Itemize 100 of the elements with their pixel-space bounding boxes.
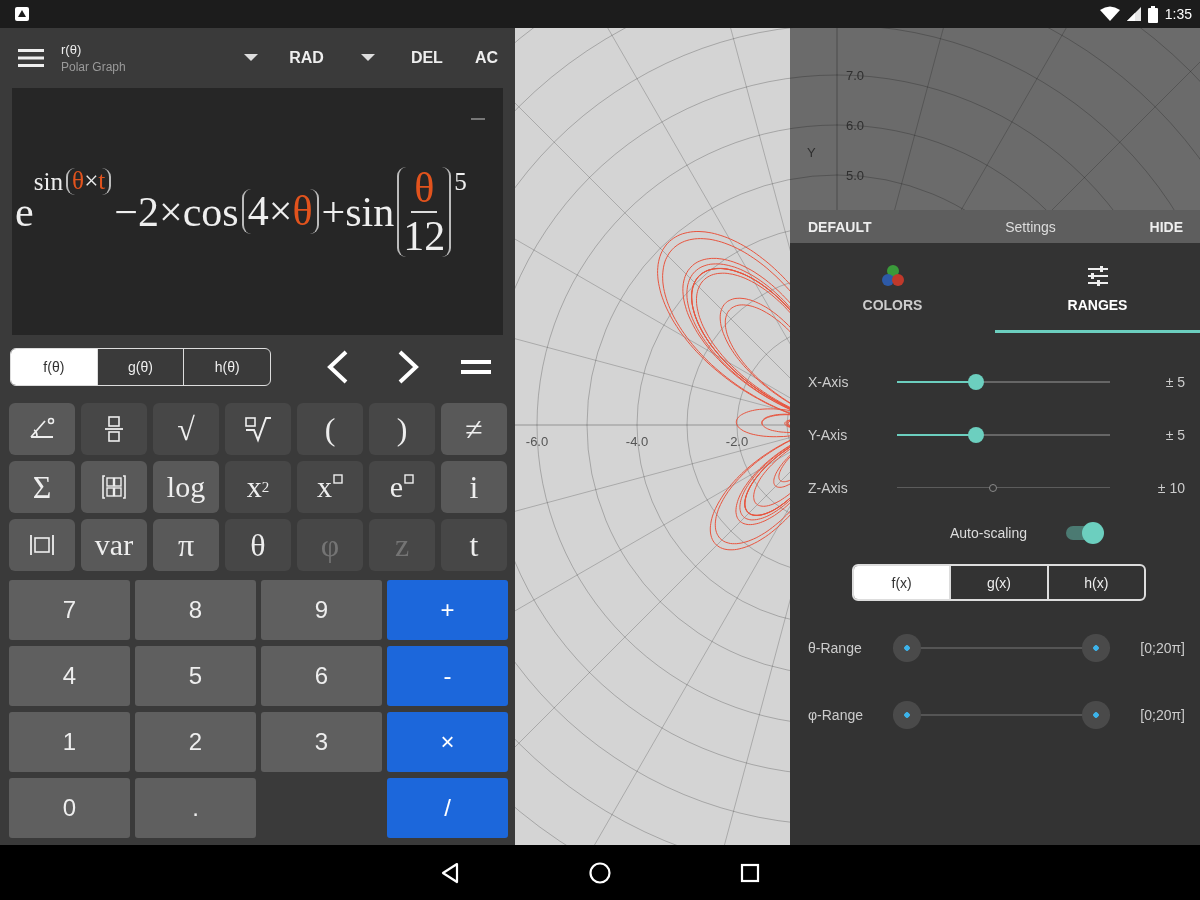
tick-label: 6.0 (846, 118, 865, 133)
placeholder-box-icon (404, 474, 415, 484)
clear-button[interactable]: AC (474, 49, 498, 67)
formula-variable: θ (72, 168, 85, 195)
equals-icon (461, 360, 491, 374)
function-tab[interactable]: h(x) (1046, 566, 1144, 599)
operator-key[interactable]: / (387, 778, 508, 838)
hide-button[interactable]: HIDE (1149, 218, 1183, 235)
settings-tab[interactable]: RANGES (995, 243, 1200, 333)
formula-text: +sin (321, 187, 395, 236)
slider-value: [0;20π] (1139, 707, 1185, 723)
formula-text: × (84, 168, 99, 195)
calculator-key[interactable]: log (153, 461, 219, 513)
angle-mode-button[interactable]: RAD (289, 49, 324, 67)
calculator-key[interactable]: θ (225, 519, 291, 571)
digit-key[interactable]: 8 (135, 580, 256, 640)
function-tab[interactable]: g(x) (949, 566, 1047, 599)
calculator-key[interactable] (9, 519, 75, 571)
digit-key[interactable]: 3 (261, 712, 382, 772)
slider-label: X-Axis (808, 373, 850, 390)
operator-key[interactable]: × (387, 712, 508, 772)
tick-label: 5.0 (846, 168, 865, 183)
digit-key[interactable]: . (135, 778, 256, 838)
function-tab[interactable]: f(x) (854, 566, 950, 599)
tick-label: -6.0 (525, 434, 549, 449)
minimize-icon[interactable] (471, 118, 485, 122)
digit-key[interactable]: 1 (9, 712, 130, 772)
calculator-key[interactable]: var (81, 519, 147, 571)
chevron-right-icon (397, 348, 421, 386)
range-thumb[interactable] (1082, 701, 1110, 729)
signal-icon (1126, 6, 1141, 22)
calculator-key[interactable]: x (297, 461, 363, 513)
slider-value: ± 5 (1164, 373, 1185, 390)
axis-label: Y (807, 145, 816, 160)
calculator-key[interactable]: t (441, 519, 507, 571)
app-icon (14, 6, 30, 22)
toggle-switch[interactable] (1064, 521, 1105, 545)
function-tab[interactable]: g(θ) (96, 349, 184, 385)
calculator-key[interactable] (81, 403, 147, 455)
formula-text: −2×cos (114, 187, 239, 236)
slider-label: φ-Range (808, 707, 864, 723)
formula-text: sin (33, 167, 64, 196)
calculator-key[interactable]: e (369, 461, 435, 513)
range-thumb[interactable] (893, 634, 921, 662)
slider-label: Z-Axis (808, 479, 849, 496)
settings-title: Settings (1005, 218, 1056, 235)
digit-key[interactable]: 7 (9, 580, 130, 640)
calculator-key[interactable] (9, 403, 75, 455)
calculator-key[interactable]: √ (153, 403, 219, 455)
calculator-key[interactable]: i (441, 461, 507, 513)
calculator-key[interactable]: x$^{2}$ (225, 461, 291, 513)
matrix-icon (100, 473, 128, 501)
slider-label: θ-Range (808, 640, 863, 656)
digit-key[interactable]: 0 (9, 778, 130, 838)
digit-key[interactable]: 9 (261, 580, 382, 640)
slider-thumb[interactable] (967, 373, 984, 390)
calculator-key[interactable]: ) (369, 403, 435, 455)
slider-label: Y-Axis (808, 426, 849, 443)
clock-time: 1:35 (1164, 6, 1192, 22)
cursor-left-button[interactable] (325, 348, 349, 386)
caret-icon[interactable] (244, 54, 259, 62)
calculator-key[interactable]: ( (297, 403, 363, 455)
cursor-right-button[interactable] (397, 348, 421, 386)
range-thumb[interactable] (1082, 634, 1110, 662)
function-tab[interactable]: h(θ) (183, 349, 270, 385)
toggle-label: Auto-scaling (950, 525, 1028, 541)
sliders-icon (1085, 264, 1110, 288)
tick-label: -2.0 (725, 434, 749, 449)
slider-thumb[interactable] (967, 426, 984, 443)
calculator-key[interactable]: π (153, 519, 219, 571)
range-thumb[interactable] (893, 701, 921, 729)
tick-label: 7.0 (846, 68, 865, 83)
graph-mode-title: r(θ) (61, 42, 83, 57)
delete-button[interactable]: DEL (410, 49, 443, 67)
equals-button[interactable] (461, 360, 491, 374)
formula-text: 4× (247, 189, 293, 234)
settings-tab[interactable]: COLORS (790, 243, 995, 333)
digit-key[interactable]: 5 (135, 646, 256, 706)
formula-variable: t (98, 168, 106, 195)
slider-value: ± 10 (1156, 479, 1185, 496)
caret-icon[interactable] (360, 54, 375, 62)
home-icon[interactable] (588, 860, 612, 885)
color-dots-icon (880, 264, 905, 288)
digit-key[interactable]: 4 (9, 646, 130, 706)
menu-icon[interactable] (18, 48, 44, 68)
tick-label: -4.0 (625, 434, 649, 449)
operator-key[interactable]: - (387, 646, 508, 706)
digit-key[interactable]: 6 (261, 646, 382, 706)
default-button[interactable]: DEFAULT (808, 218, 872, 235)
calculator-key[interactable] (81, 461, 147, 513)
calculator-key[interactable]: Σ (9, 461, 75, 513)
slider-value: [0;20π] (1139, 640, 1185, 656)
calculator-key[interactable] (225, 403, 291, 455)
calculator-key[interactable]: ≠ (441, 403, 507, 455)
operator-key[interactable]: + (387, 580, 508, 640)
formula-variable: θ (292, 189, 313, 234)
digit-key[interactable]: 2 (135, 712, 256, 772)
battery-icon (1147, 5, 1158, 23)
function-tab[interactable]: f(θ) (11, 349, 97, 385)
wifi-icon (1099, 6, 1120, 22)
